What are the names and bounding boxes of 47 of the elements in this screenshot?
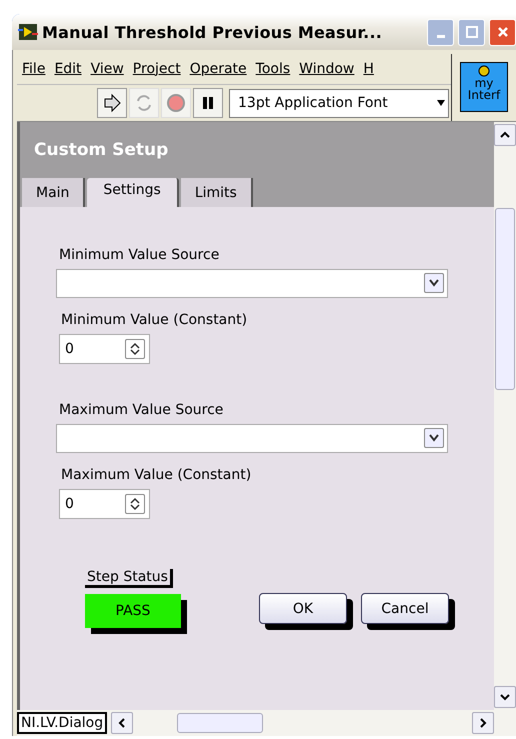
font-dropdown[interactable]: 13pt Application Font	[229, 88, 449, 118]
spinner-icon[interactable]	[125, 494, 145, 514]
field-label: Minimum Value Source	[59, 247, 220, 263]
scroll-thumb[interactable]	[177, 713, 264, 733]
chevron-left-icon	[118, 718, 126, 728]
scroll-left-button[interactable]	[111, 712, 134, 734]
scroll-right-button[interactable]	[472, 712, 494, 734]
tab[interactable]: Main	[22, 178, 86, 207]
field-label: Minimum Value (Constant)	[61, 312, 248, 328]
source-dropdown[interactable]	[56, 269, 448, 298]
minimize-icon	[436, 34, 444, 38]
menu-item[interactable]: File	[19, 61, 52, 77]
field-label: Maximum Value Source	[59, 402, 224, 418]
tab[interactable]: Limits	[180, 178, 253, 207]
chevron-down-icon	[429, 434, 439, 442]
scroll-down-button[interactable]	[494, 686, 516, 708]
menu-item[interactable]: Edit	[51, 61, 88, 77]
minimize-button[interactable]	[427, 18, 454, 46]
chevron-right-icon	[479, 718, 487, 728]
field-label: Maximum Value (Constant)	[61, 467, 252, 483]
scroll-thumb[interactable]	[495, 208, 515, 390]
chevron-down-icon	[429, 279, 439, 287]
spinner-icon[interactable]	[125, 339, 145, 359]
maximize-button[interactable]	[458, 18, 485, 46]
menu-item[interactable]: H	[360, 61, 380, 77]
status-indicator: PASS	[85, 594, 181, 628]
menu-item[interactable]: Window	[296, 61, 360, 77]
maximize-icon	[466, 26, 478, 38]
vi-icon: my Interf	[460, 62, 508, 112]
close-icon	[496, 26, 508, 38]
source-dropdown[interactable]	[56, 424, 448, 453]
caret-icon	[437, 100, 445, 106]
status-label: NI.LV.Dialog	[17, 712, 108, 734]
tab[interactable]: Settings	[87, 178, 179, 207]
menu-item[interactable]: Tools	[252, 61, 296, 77]
menu-item[interactable]: View	[88, 61, 130, 77]
chevron-down-icon	[500, 693, 510, 701]
menu-item[interactable]: Operate	[186, 61, 253, 77]
scroll-up-button[interactable]	[494, 124, 516, 146]
window-title: Manual Threshold Previous Measur...	[42, 22, 383, 42]
chevron-up-icon	[500, 131, 510, 139]
app-icon	[18, 23, 38, 41]
menu-item[interactable]: Project	[130, 61, 187, 77]
status-label: Step Status	[85, 569, 173, 588]
pause-icon[interactable]	[193, 88, 223, 118]
panel-title: Custom Setup	[33, 140, 170, 162]
close-button[interactable]	[489, 18, 516, 46]
